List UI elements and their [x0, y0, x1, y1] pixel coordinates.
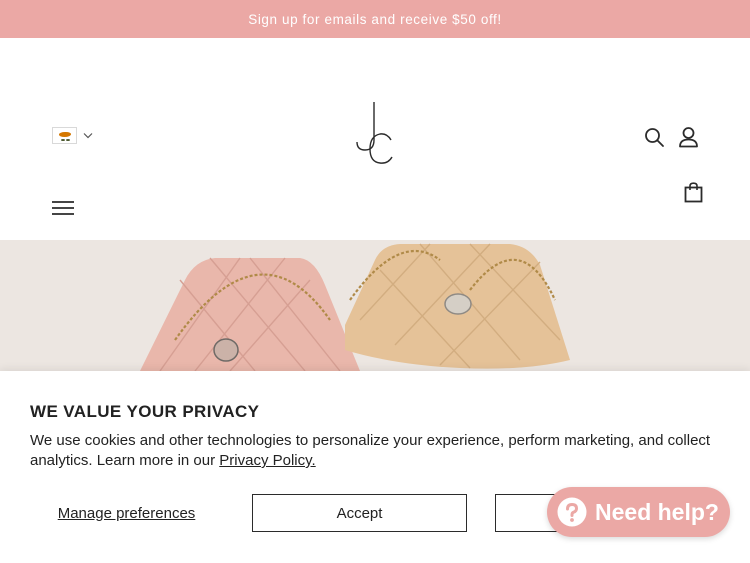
- help-chat-label: Need help?: [595, 498, 719, 525]
- logo[interactable]: [353, 100, 399, 166]
- country-selector[interactable]: [52, 127, 93, 144]
- manage-preferences-button[interactable]: Manage preferences: [30, 494, 223, 532]
- privacy-title: WE VALUE YOUR PRIVACY: [30, 402, 260, 421]
- flag-icon: [52, 127, 77, 144]
- chevron-down-icon: [83, 133, 93, 139]
- help-chat-button[interactable]: Need help?: [547, 487, 730, 537]
- announcement-bar[interactable]: Sign up for emails and receive $50 off!: [0, 0, 750, 38]
- hero-banner[interactable]: [0, 240, 750, 371]
- hero-image: [0, 240, 750, 371]
- site-header: [0, 38, 750, 240]
- announcement-text[interactable]: Sign up for emails and receive $50 off!: [248, 12, 502, 27]
- privacy-policy-link[interactable]: Privacy Policy.: [219, 452, 315, 469]
- shopping-bag-icon[interactable]: [684, 182, 703, 203]
- account-icon[interactable]: [678, 126, 699, 148]
- accept-button[interactable]: Accept: [252, 494, 467, 532]
- chat-icon: [557, 497, 587, 527]
- privacy-description: We use cookies and other technologies to…: [30, 432, 711, 469]
- menu-icon[interactable]: [52, 200, 74, 216]
- search-icon[interactable]: [644, 127, 665, 148]
